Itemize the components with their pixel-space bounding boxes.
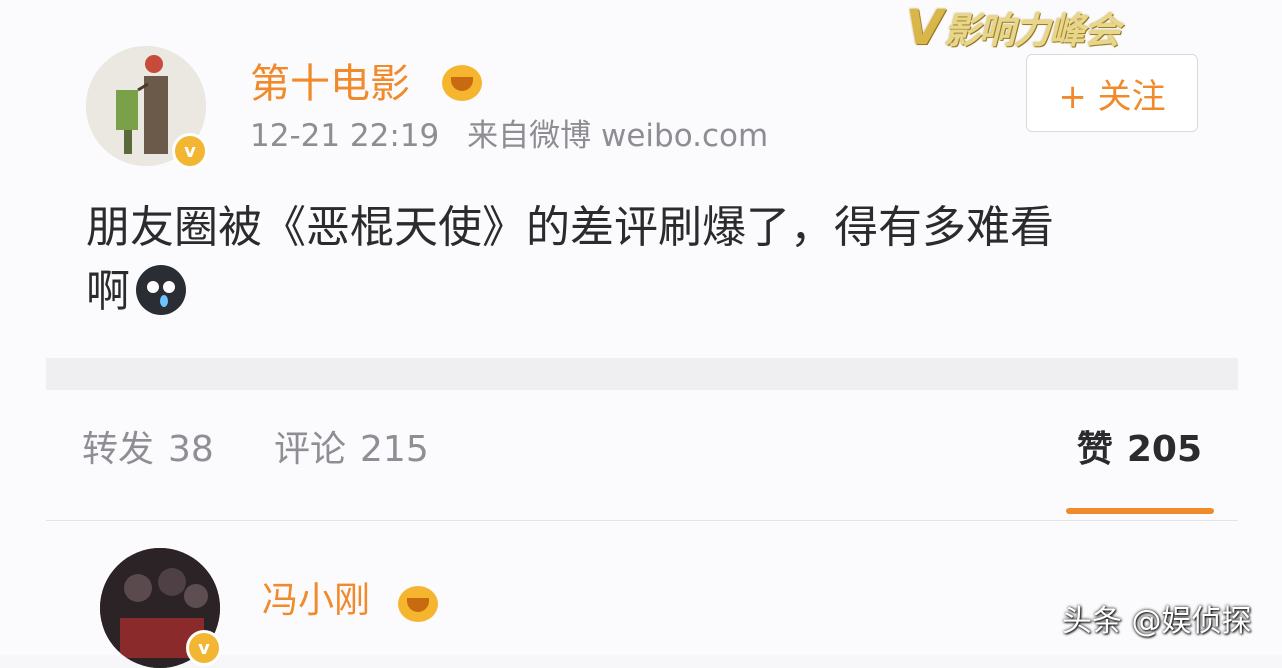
active-tab-indicator bbox=[1066, 508, 1214, 514]
divider bbox=[46, 520, 1238, 521]
post-source: 来自微博 weibo.com bbox=[467, 118, 769, 154]
post-meta: 12-21 22:19 来自微博 weibo.com bbox=[250, 116, 786, 156]
comment-tab[interactable]: 评论 215 bbox=[274, 418, 429, 482]
post-timestamp: 12-21 22:19 bbox=[250, 118, 440, 154]
vip-member-icon bbox=[398, 586, 438, 622]
weibo-post-card: V 影响力峰会 v 第十电影 12-21 22:19 来自微博 weibo.co… bbox=[0, 0, 1282, 668]
divider bbox=[46, 358, 1238, 390]
like-tab[interactable]: 赞 205 bbox=[1077, 418, 1202, 482]
author-name[interactable]: 第十电影 bbox=[250, 60, 410, 108]
vip-member-icon bbox=[442, 65, 482, 101]
post-text-line: 啊 bbox=[86, 260, 1186, 324]
summit-logo: V 影响力峰会 bbox=[906, 0, 1120, 56]
post-text-line: 朋友圈被《恶棍天使》的差评刷爆了，得有多难看 bbox=[86, 202, 1054, 253]
follow-button[interactable]: + 关注 bbox=[1026, 54, 1198, 132]
action-bar: 转发 38 评论 215 赞 205 bbox=[46, 418, 1238, 482]
source-watermark: 头条 @娱侦探 bbox=[1062, 604, 1252, 639]
post-body: 朋友圈被《恶棍天使》的差评刷爆了，得有多难看 啊 bbox=[86, 196, 1186, 324]
repost-tab[interactable]: 转发 38 bbox=[82, 418, 214, 482]
verified-badge-icon: v bbox=[186, 630, 222, 666]
verified-badge-icon: v bbox=[172, 133, 208, 169]
cry-emoji-icon bbox=[136, 265, 186, 315]
liker-name[interactable]: 冯小刚 bbox=[262, 577, 370, 625]
